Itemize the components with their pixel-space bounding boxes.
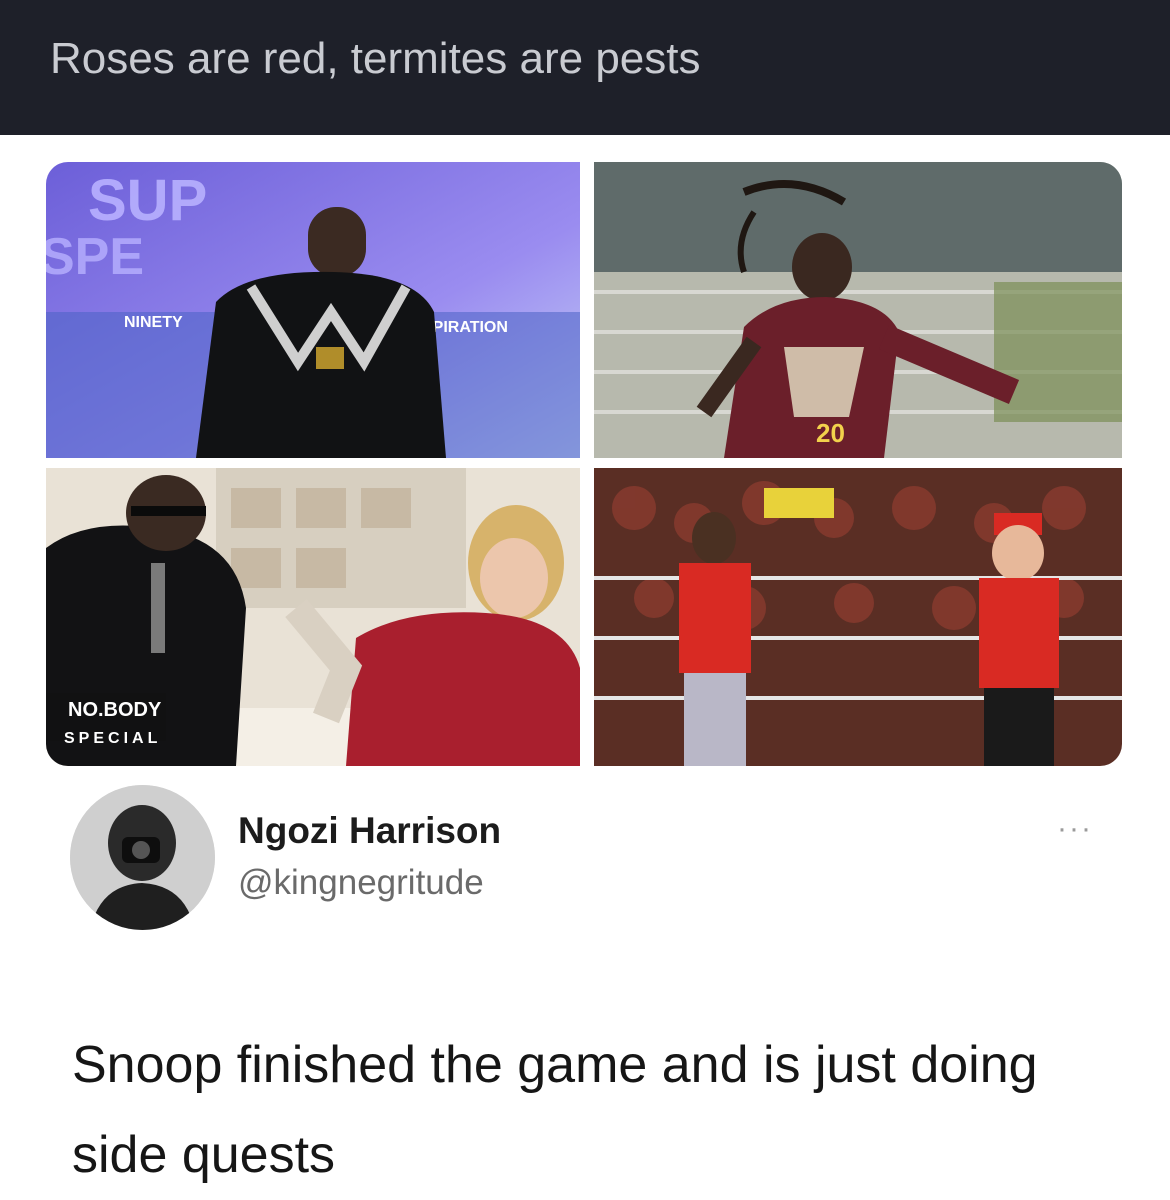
watermark-text-2: SPECIAL xyxy=(64,730,161,747)
media-grid: SUP SPE NINETY INSPIRATION 20 NO.BODY SP… xyxy=(46,162,1122,766)
post-title: Roses are red, termites are pests xyxy=(50,34,701,83)
photo-wrestling[interactable] xyxy=(594,468,1122,766)
author-name[interactable]: Ngozi Harrison xyxy=(238,810,501,852)
photo-stage[interactable]: SUP SPE NINETY INSPIRATION xyxy=(46,162,580,458)
stage-sign-text-1: SUP xyxy=(88,168,207,233)
more-options-button[interactable]: ··· xyxy=(1045,814,1105,844)
stage-sign-text-2: SPE xyxy=(46,228,144,286)
jersey-number: 20 xyxy=(816,418,845,448)
photo-football[interactable]: 20 xyxy=(594,162,1122,458)
stage-sign-text-3: NINETY xyxy=(124,314,183,331)
tweet-text: Snoop finished the game and is just doin… xyxy=(72,1036,1038,1184)
photo-kitchen[interactable]: NO.BODY SPECIAL xyxy=(46,468,580,766)
tweet-card: SUP SPE NINETY INSPIRATION 20 NO.BODY SP… xyxy=(0,135,1170,1200)
author-handle[interactable]: @kingnegritude xyxy=(238,863,484,903)
avatar[interactable] xyxy=(70,785,215,930)
post-header: Roses are red, termites are pests xyxy=(0,0,1170,135)
watermark-text-1: NO.BODY xyxy=(68,699,162,721)
